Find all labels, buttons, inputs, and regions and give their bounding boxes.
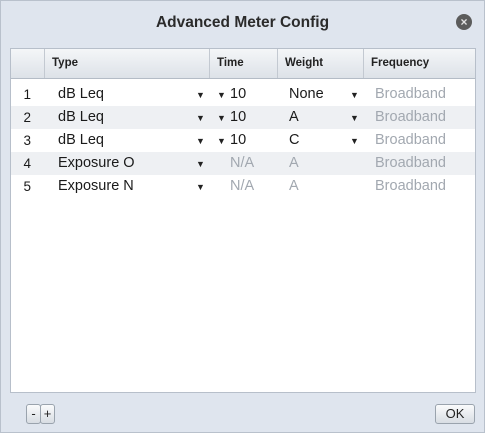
frequency-cell: Broadband (375, 132, 446, 148)
row-number: 1 (23, 87, 31, 102)
row-number: 5 (23, 179, 31, 194)
row-number: 2 (23, 110, 31, 125)
meter-table: Type Time Weight Frequency 1 dB Leq 10 None… (10, 48, 476, 393)
column-header-frequency[interactable]: Frequency (363, 49, 475, 78)
weight-cell[interactable]: None (289, 83, 324, 106)
chevron-down-icon[interactable]: ▼ (217, 83, 226, 106)
close-icon[interactable]: × (456, 14, 472, 30)
frequency-cell: Broadband (375, 86, 446, 102)
weight-cell[interactable]: C (289, 129, 299, 152)
table-row[interactable]: 2 dB Leq 10 A Broadband ▼ ▼ ▼ (11, 106, 475, 129)
time-cell: N/A (230, 178, 255, 194)
frequency-cell: Broadband (375, 178, 446, 194)
weight-cell: A (289, 178, 299, 194)
time-cell[interactable]: 10 (230, 129, 246, 152)
time-cell[interactable]: 10 (230, 106, 246, 129)
time-cell[interactable]: 10 (230, 83, 246, 106)
time-cell: N/A (230, 155, 255, 171)
column-header-time[interactable]: Time (209, 49, 277, 78)
chevron-down-icon[interactable]: ▼ (196, 83, 205, 106)
type-cell[interactable]: dB Leq (58, 106, 104, 129)
chevron-down-icon[interactable]: ▼ (217, 106, 226, 129)
chevron-down-icon[interactable]: ▼ (196, 106, 205, 129)
table-row[interactable]: 5 Exposure N N/A A Broadband ▼ (11, 175, 475, 198)
table-row[interactable]: 1 dB Leq 10 None Broadband ▼ ▼ ▼ (11, 83, 475, 106)
ok-button[interactable]: OK (435, 404, 475, 424)
chevron-down-icon[interactable]: ▼ (196, 175, 205, 198)
type-cell[interactable]: dB Leq (58, 83, 104, 106)
table-row[interactable]: 4 Exposure O N/A A Broadband ▼ (11, 152, 475, 175)
frequency-cell: Broadband (375, 155, 446, 171)
chevron-down-icon[interactable]: ▼ (350, 83, 359, 106)
column-header-weight[interactable]: Weight (277, 49, 363, 78)
type-cell[interactable]: Exposure N (58, 175, 134, 198)
add-row-button[interactable]: + (40, 404, 55, 424)
chevron-down-icon[interactable]: ▼ (350, 129, 359, 152)
weight-cell: A (289, 155, 299, 171)
row-number: 4 (23, 156, 31, 171)
type-cell[interactable]: dB Leq (58, 129, 104, 152)
chevron-down-icon[interactable]: ▼ (196, 129, 205, 152)
chevron-down-icon[interactable]: ▼ (217, 129, 226, 152)
column-header-type[interactable]: Type (44, 49, 209, 78)
table-row[interactable]: 3 dB Leq 10 C Broadband ▼ ▼ ▼ (11, 129, 475, 152)
weight-cell[interactable]: A (289, 106, 299, 129)
row-number: 3 (23, 133, 31, 148)
advanced-meter-config-dialog: Advanced Meter Config × Type Time Weight… (0, 0, 485, 433)
chevron-down-icon[interactable]: ▼ (350, 106, 359, 129)
table-header: Type Time Weight Frequency (11, 49, 475, 79)
title-bar: Advanced Meter Config × (1, 1, 484, 45)
type-cell[interactable]: Exposure O (58, 152, 135, 175)
frequency-cell: Broadband (375, 109, 446, 125)
dialog-title: Advanced Meter Config (155, 14, 330, 31)
chevron-down-icon[interactable]: ▼ (196, 152, 205, 175)
remove-row-button[interactable]: - (26, 404, 41, 424)
